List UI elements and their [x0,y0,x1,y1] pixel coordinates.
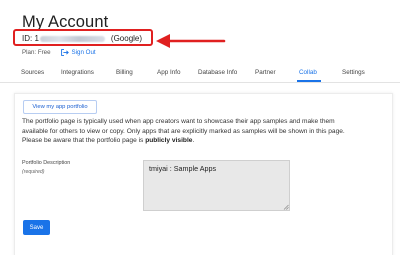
account-id-prefix: ID: 1 [22,34,39,43]
active-tab-indicator [297,80,321,82]
tab-partner[interactable]: Partner [255,69,276,76]
plan-label: Plan: Free [22,49,51,56]
arrow-left-icon [156,34,226,48]
redacted-account-id [39,35,105,42]
save-button[interactable]: Save [23,220,50,235]
portfolio-description-input[interactable]: tmiyai : Sample Apps [143,160,290,211]
view-portfolio-button[interactable]: View my app portfolio [23,100,97,114]
tab-integrations[interactable]: Integrations [61,69,94,76]
tab-billing[interactable]: Billing [116,69,133,76]
tab-app-info[interactable]: App Info [157,69,180,76]
resize-grip-icon[interactable] [283,204,289,210]
account-id-provider: (Google) [110,34,143,43]
portfolio-description-label: Portfolio Description [22,160,71,166]
sign-out-label: Sign Out [71,49,96,56]
required-hint: (required) [22,169,45,175]
sign-out-link[interactable]: Sign Out [60,49,96,56]
description-emphasis: publicly visible [145,137,193,145]
description-end: . [192,137,195,145]
plan-row: Plan: Free Sign Out [22,49,96,56]
portfolio-description-text: The portfolio page is typically used whe… [22,117,362,146]
tab-settings[interactable]: Settings [342,69,365,76]
account-id-row: ID: 1 (Google) [22,34,142,43]
sign-out-icon [60,49,69,56]
account-page: My Account ID: 1 (Google) Plan: Free Sig… [0,0,400,255]
tab-collab[interactable]: Collab [299,69,317,76]
account-tabs: Sources Integrations Billing App Info Da… [0,63,400,83]
tab-database-info[interactable]: Database Info [198,69,237,76]
tab-sources[interactable]: Sources [21,69,44,76]
